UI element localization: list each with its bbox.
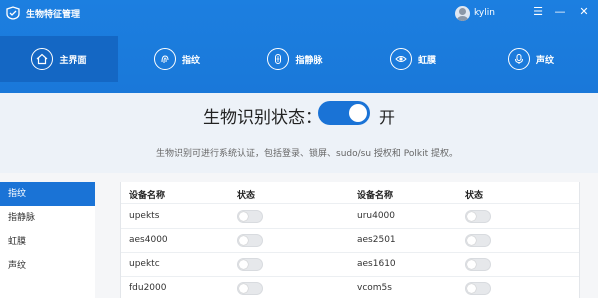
column-header-device: 设备名称	[357, 191, 394, 201]
tab-iris[interactable]: 虹膜	[354, 36, 472, 82]
device-name: upektc	[129, 259, 160, 269]
sidebar-item-fingerprint[interactable]: 指纹	[0, 182, 95, 206]
main-tabs: 主界面 指纹 指静脉 虹膜 声纹	[0, 36, 598, 82]
device-toggle[interactable]	[237, 234, 263, 247]
tab-label: 声纹	[535, 55, 554, 66]
device-toggle[interactable]	[237, 210, 263, 223]
home-icon	[31, 48, 54, 70]
divider	[121, 228, 579, 229]
app-logo-icon	[6, 6, 20, 20]
fingerprint-icon	[153, 48, 176, 70]
toggle-knob	[349, 104, 367, 122]
menu-button[interactable]: ☰	[530, 4, 546, 20]
device-type-sidebar: 指纹 指静脉 虹膜 声纹	[0, 182, 95, 298]
tab-home[interactable]: 主界面	[0, 36, 118, 82]
tab-label: 指静脉	[295, 55, 323, 66]
biometric-status-toggle[interactable]	[318, 101, 370, 125]
app-title: 生物特征管理	[26, 10, 81, 20]
divider	[121, 276, 579, 277]
username: kylin	[474, 8, 495, 18]
device-toggle[interactable]	[465, 258, 491, 271]
sidebar-item-iris[interactable]: 虹膜	[0, 230, 95, 254]
device-name: aes4000	[129, 235, 168, 245]
device-toggle[interactable]	[237, 258, 263, 271]
device-toggle[interactable]	[465, 282, 491, 295]
device-name: upekts	[129, 211, 160, 221]
tab-label: 虹膜	[417, 55, 436, 66]
header-bar: 生物特征管理 kylin ☰ — ✕ 主界面 指纹 指静脉 虹膜 声纹	[0, 0, 598, 93]
device-toggle[interactable]	[237, 282, 263, 295]
finger-vein-icon	[267, 48, 290, 70]
tab-label: 主界面	[59, 55, 87, 66]
device-name: fdu2000	[129, 283, 167, 293]
device-name: aes2501	[357, 235, 396, 245]
device-name: aes1610	[357, 259, 396, 269]
device-toggle[interactable]	[465, 210, 491, 223]
sidebar-item-voiceprint[interactable]: 声纹	[0, 254, 95, 278]
divider	[121, 203, 579, 204]
tab-fingerprint[interactable]: 指纹	[118, 36, 236, 82]
biometric-status-value: 开	[379, 108, 396, 127]
close-button[interactable]: ✕	[576, 4, 592, 20]
voiceprint-icon	[507, 48, 530, 70]
device-name: uru4000	[357, 211, 396, 221]
biometric-status-title: 生物识别状态：	[203, 108, 322, 128]
device-table: 设备名称 状态 设备名称 状态 upekts uru4000 aes4000 a…	[120, 182, 580, 298]
column-header-status: 状态	[465, 191, 484, 201]
column-header-status: 状态	[237, 191, 256, 201]
status-description: 生物识别可进行系统认证，包括登录、锁屏、sudo/su 授权和 Polkit 提…	[156, 149, 458, 159]
sidebar-item-finger-vein[interactable]: 指静脉	[0, 206, 95, 230]
title-bar: 生物特征管理 kylin ☰ — ✕	[0, 0, 598, 28]
minimize-button[interactable]: —	[552, 4, 568, 20]
tab-voiceprint[interactable]: 声纹	[472, 36, 590, 82]
iris-icon	[389, 48, 412, 70]
tab-label: 指纹	[181, 55, 200, 66]
device-toggle[interactable]	[465, 234, 491, 247]
divider	[121, 252, 579, 253]
user-avatar[interactable]	[455, 6, 470, 21]
device-name: vcom5s	[357, 283, 392, 293]
column-header-device: 设备名称	[129, 191, 166, 201]
tab-finger-vein[interactable]: 指静脉	[236, 36, 354, 82]
